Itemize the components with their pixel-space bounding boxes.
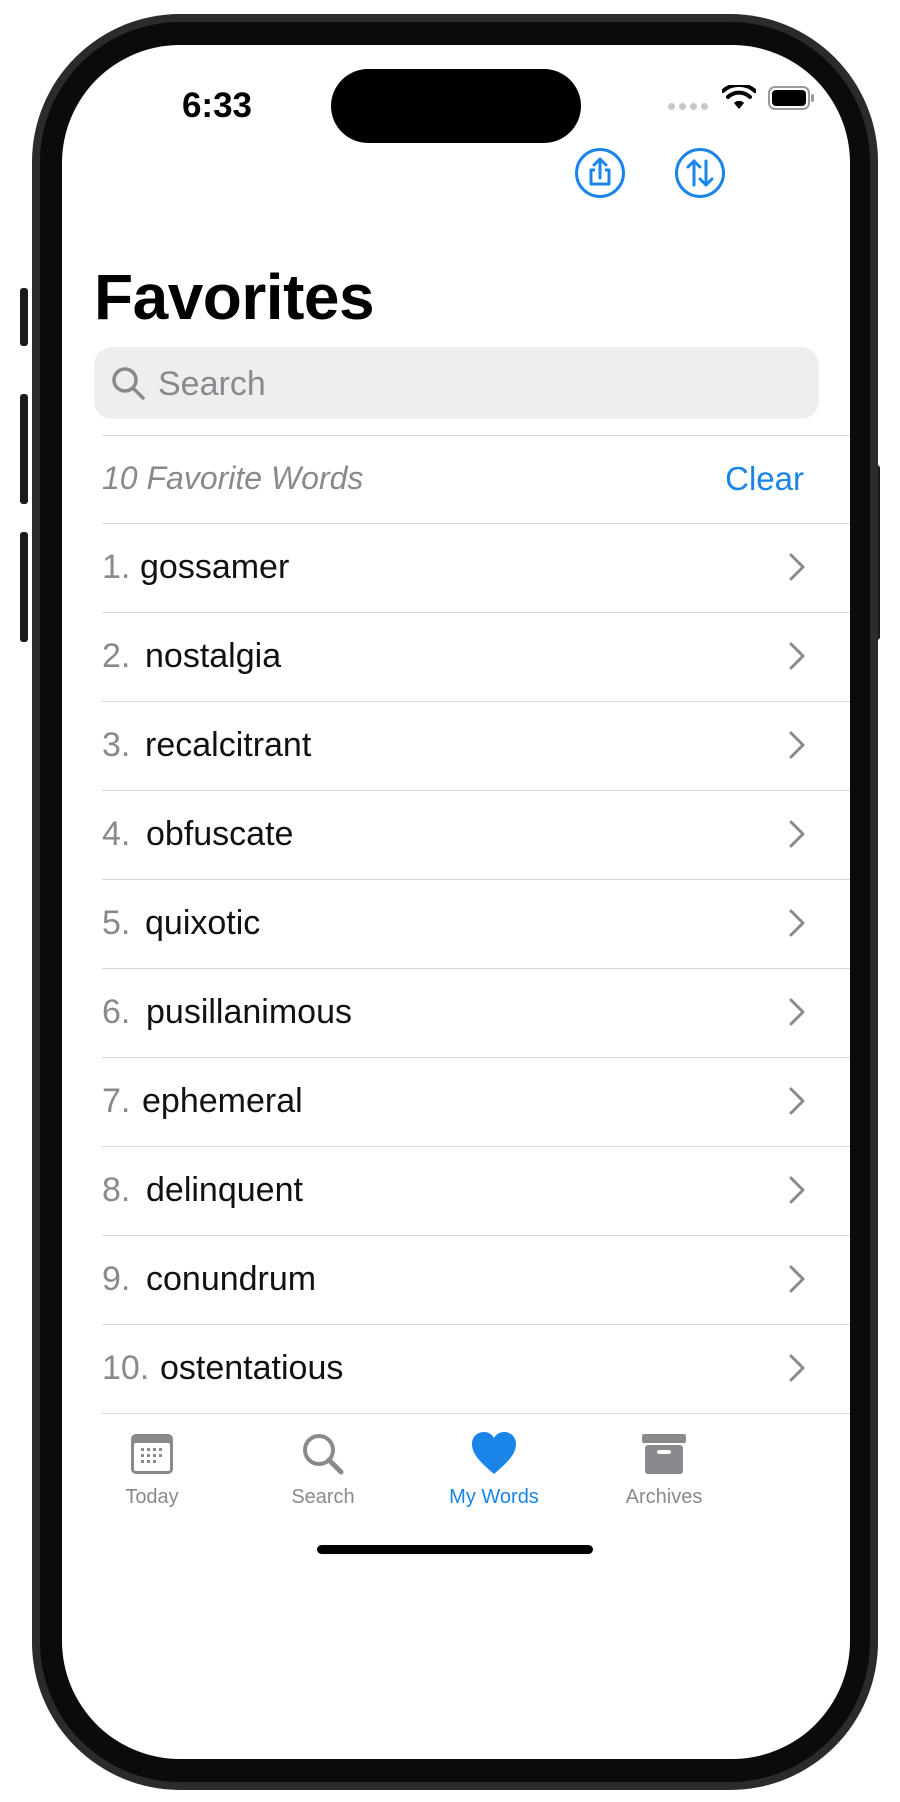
favorites-count: 10 Favorite Words (102, 460, 364, 496)
sort-arrows-icon (686, 159, 714, 187)
list-item[interactable]: 10. ostentatious (102, 1325, 850, 1414)
item-word: gossamer (140, 548, 290, 586)
tab-search[interactable]: Search (253, 1430, 393, 1530)
item-number: 2. (102, 637, 131, 675)
item-number: 10. (102, 1349, 150, 1387)
tab-label: My Words (449, 1486, 539, 1508)
chevron-right-icon (789, 1265, 805, 1293)
archive-box-icon (642, 1434, 686, 1474)
heart-icon (472, 1432, 516, 1474)
phone-device: 6:33 Favorites Search 10 Favorite Words … (0, 0, 900, 1802)
search-icon (112, 367, 145, 400)
item-word: obfuscate (146, 815, 294, 853)
item-number: 1. (102, 548, 131, 586)
chevron-right-icon (789, 909, 805, 937)
item-number: 8. (102, 1171, 131, 1209)
list-item[interactable]: 4. obfuscate (102, 791, 850, 880)
chevron-right-icon (789, 1176, 805, 1204)
tab-my-words[interactable]: My Words (424, 1430, 564, 1530)
chevron-right-icon (789, 998, 805, 1026)
list-item[interactable]: 9. conundrum (102, 1236, 850, 1325)
volume-up-button (20, 394, 28, 504)
list-item[interactable]: 6. pusillanimous (102, 969, 850, 1058)
tab-label: Search (291, 1486, 355, 1508)
share-button[interactable] (575, 148, 625, 198)
item-number: 7. (102, 1082, 131, 1120)
list-item[interactable]: 1. gossamer (102, 524, 850, 613)
item-word: recalcitrant (145, 726, 312, 764)
search-bar[interactable] (94, 347, 819, 421)
item-word: ostentatious (160, 1349, 344, 1387)
calendar-icon (131, 1434, 173, 1474)
item-word: quixotic (145, 904, 261, 942)
favorites-header-row: 10 Favorite Words Clear (102, 436, 850, 524)
tab-label: Archives (625, 1486, 703, 1508)
cellular-signal-icon (668, 103, 708, 110)
page-title: Favorites (94, 261, 375, 333)
chevron-right-icon (789, 820, 805, 848)
list-item[interactable]: 8. delinquent (102, 1147, 850, 1236)
item-number: 6. (102, 993, 131, 1031)
chevron-right-icon (789, 1354, 805, 1382)
item-word: pusillanimous (146, 993, 352, 1031)
volume-down-button (20, 532, 28, 642)
clear-button[interactable]: Clear (725, 460, 804, 498)
tab-bar: Today Search My Words Archives (62, 1430, 850, 1550)
list-item[interactable]: 7. ephemeral (102, 1058, 850, 1147)
home-indicator[interactable] (317, 1545, 593, 1554)
tab-label: Today (125, 1486, 179, 1508)
tab-archives[interactable]: Archives (594, 1430, 734, 1530)
item-number: 3. (102, 726, 131, 764)
screen: 6:33 Favorites Search 10 Favorite Words … (62, 45, 850, 1759)
chevron-right-icon (789, 553, 805, 581)
battery-icon (768, 86, 814, 110)
magnifier-icon (303, 1434, 344, 1475)
sort-button[interactable] (675, 148, 725, 198)
action-button (20, 288, 28, 346)
status-icons (650, 85, 850, 125)
chevron-right-icon (789, 731, 805, 759)
list-item[interactable]: 5. quixotic (102, 880, 850, 969)
search-input[interactable] (156, 347, 800, 421)
item-word: nostalgia (145, 637, 282, 675)
share-icon (589, 157, 611, 186)
chevron-right-icon (789, 642, 805, 670)
status-time: 6:33 (181, 86, 253, 125)
item-number: 5. (102, 904, 131, 942)
chevron-right-icon (789, 1087, 805, 1115)
list-item[interactable]: 2. nostalgia (102, 613, 850, 702)
item-number: 9. (102, 1260, 131, 1298)
item-word: delinquent (146, 1171, 303, 1209)
item-number: 4. (102, 815, 131, 853)
favorites-list: 1. gossamer 2. nostalgia 3. recalcitrant… (102, 524, 850, 1414)
tab-today[interactable]: Today (82, 1430, 222, 1530)
list-item[interactable]: 3. recalcitrant (102, 702, 850, 791)
item-word: ephemeral (142, 1082, 303, 1120)
dynamic-island (331, 69, 581, 143)
item-word: conundrum (146, 1260, 317, 1298)
wifi-icon (722, 85, 756, 109)
